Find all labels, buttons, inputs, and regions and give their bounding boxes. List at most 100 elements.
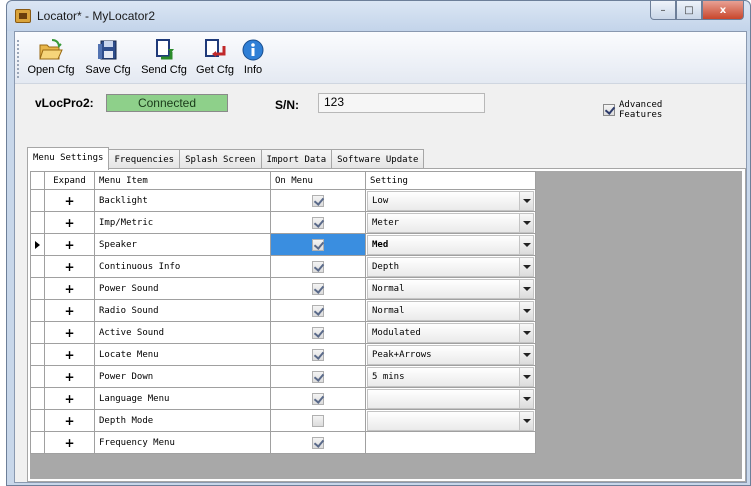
menu-settings-grid: Expand Menu Item On Menu Setting + Backli… (30, 171, 536, 454)
row-selector[interactable] (30, 365, 45, 388)
table-row[interactable]: + Power Sound Normal (30, 277, 536, 300)
dropdown-arrow-icon[interactable] (519, 191, 533, 210)
row-selector[interactable] (30, 277, 45, 300)
tab-software-update[interactable]: Software Update (331, 149, 425, 170)
data-grid[interactable]: Expand Menu Item On Menu Setting + Backli… (30, 171, 742, 479)
toolbar: Open Cfg Save Cfg Send Cfg Get Cfg Info (15, 32, 746, 84)
row-selector[interactable] (30, 409, 45, 432)
expand-toggle[interactable]: + (44, 299, 95, 322)
tab-frequencies[interactable]: Frequencies (108, 149, 181, 170)
tab-import-data[interactable]: Import Data (260, 149, 333, 170)
row-selector[interactable] (30, 211, 45, 234)
row-selector[interactable] (30, 321, 45, 344)
dropdown-arrow-icon[interactable] (519, 411, 533, 430)
dropdown-arrow-icon[interactable] (519, 235, 533, 254)
toolbar-grip[interactable] (17, 40, 19, 78)
menu-item-column-header[interactable]: Menu Item (94, 171, 271, 190)
table-row[interactable]: + Power Down 5 mins (30, 365, 536, 388)
setting-dropdown[interactable] (367, 410, 534, 431)
expand-toggle[interactable]: + (44, 277, 95, 300)
expand-toggle[interactable]: + (44, 321, 95, 344)
expand-toggle[interactable]: + (44, 211, 95, 234)
open-cfg-button[interactable]: Open Cfg (25, 38, 77, 76)
row-selector[interactable] (30, 431, 45, 454)
setting-dropdown[interactable]: Modulated (367, 322, 534, 343)
row-selector-header[interactable] (30, 171, 45, 190)
on-menu-checkbox[interactable] (312, 392, 324, 405)
on-menu-checkbox[interactable] (312, 194, 324, 207)
on-menu-cell (270, 233, 366, 256)
setting-dropdown[interactable]: Meter (367, 212, 534, 233)
table-row[interactable]: + Speaker Med (30, 233, 536, 256)
setting-dropdown[interactable]: Low (367, 190, 534, 211)
dropdown-arrow-icon[interactable] (519, 213, 533, 232)
dropdown-arrow-icon[interactable] (519, 389, 533, 408)
setting-dropdown[interactable]: Med (367, 234, 534, 255)
table-row[interactable]: + Locate Menu Peak+Arrows (30, 343, 536, 366)
on-menu-checkbox[interactable] (312, 370, 324, 383)
row-selector[interactable] (30, 189, 45, 212)
expand-toggle[interactable]: + (44, 387, 95, 410)
expand-toggle[interactable]: + (44, 343, 95, 366)
row-selector[interactable] (30, 299, 45, 322)
setting-dropdown[interactable]: Depth (367, 256, 534, 277)
setting-dropdown[interactable]: Peak+Arrows (367, 344, 534, 365)
info-button[interactable]: Info (240, 38, 266, 76)
on-menu-checkbox[interactable] (312, 260, 324, 273)
expand-column-header[interactable]: Expand (44, 171, 95, 190)
row-selector[interactable] (30, 233, 45, 256)
setting-dropdown[interactable] (367, 388, 534, 409)
dropdown-arrow-icon[interactable] (519, 301, 533, 320)
expand-toggle[interactable]: + (44, 409, 95, 432)
dropdown-arrow-icon[interactable] (519, 367, 533, 386)
get-cfg-button[interactable]: Get Cfg (193, 38, 237, 76)
menu-item-name: Continuous Info (94, 255, 271, 278)
expand-toggle[interactable]: + (44, 233, 95, 256)
expand-toggle[interactable]: + (44, 189, 95, 212)
maximize-button[interactable]: □ (676, 1, 702, 20)
on-menu-checkbox[interactable] (312, 326, 324, 339)
close-button[interactable]: x (702, 1, 744, 20)
table-row[interactable]: + Imp/Metric Meter (30, 211, 536, 234)
menu-item-name: Depth Mode (94, 409, 271, 432)
on-menu-checkbox[interactable] (312, 282, 324, 295)
row-selector[interactable] (30, 387, 45, 410)
setting-dropdown[interactable]: Normal (367, 300, 534, 321)
dropdown-arrow-icon[interactable] (519, 323, 533, 342)
on-menu-column-header[interactable]: On Menu (270, 171, 366, 190)
save-cfg-button[interactable]: Save Cfg (82, 38, 134, 76)
table-row[interactable]: + Language Menu (30, 387, 536, 410)
dropdown-arrow-icon[interactable] (519, 257, 533, 276)
serial-number-field[interactable]: 123 (318, 93, 485, 113)
row-selector[interactable] (30, 343, 45, 366)
title-bar[interactable]: Locator* - MyLocator2 – □ x (7, 1, 750, 31)
table-row[interactable]: + Active Sound Modulated (30, 321, 536, 344)
row-selector[interactable] (30, 255, 45, 278)
on-menu-checkbox[interactable] (312, 238, 324, 251)
on-menu-checkbox[interactable] (312, 414, 324, 427)
minimize-button[interactable]: – (650, 1, 676, 20)
expand-toggle[interactable]: + (44, 365, 95, 388)
table-row[interactable]: + Depth Mode (30, 409, 536, 432)
on-menu-checkbox[interactable] (312, 348, 324, 361)
on-menu-checkbox[interactable] (312, 304, 324, 317)
send-cfg-button[interactable]: Send Cfg (138, 38, 190, 76)
table-row[interactable]: + Frequency Menu (30, 431, 536, 454)
setting-column-header[interactable]: Setting (365, 171, 536, 190)
expand-toggle[interactable]: + (44, 431, 95, 454)
tab-splash-screen[interactable]: Splash Screen (179, 149, 262, 170)
table-row[interactable]: + Backlight Low (30, 189, 536, 212)
dropdown-arrow-icon[interactable] (519, 345, 533, 364)
tab-menu-settings[interactable]: Menu Settings (27, 147, 110, 170)
table-row[interactable]: + Continuous Info Depth (30, 255, 536, 278)
window-title: Locator* - MyLocator2 (37, 9, 156, 23)
on-menu-checkbox[interactable] (312, 436, 324, 449)
setting-dropdown[interactable]: Normal (367, 278, 534, 299)
on-menu-checkbox[interactable] (312, 216, 324, 229)
on-menu-cell (270, 299, 366, 322)
dropdown-arrow-icon[interactable] (519, 279, 533, 298)
setting-dropdown[interactable]: 5 mins (367, 366, 534, 387)
expand-toggle[interactable]: + (44, 255, 95, 278)
table-row[interactable]: + Radio Sound Normal (30, 299, 536, 322)
advanced-features-checkbox[interactable]: Advanced Features (603, 100, 662, 120)
